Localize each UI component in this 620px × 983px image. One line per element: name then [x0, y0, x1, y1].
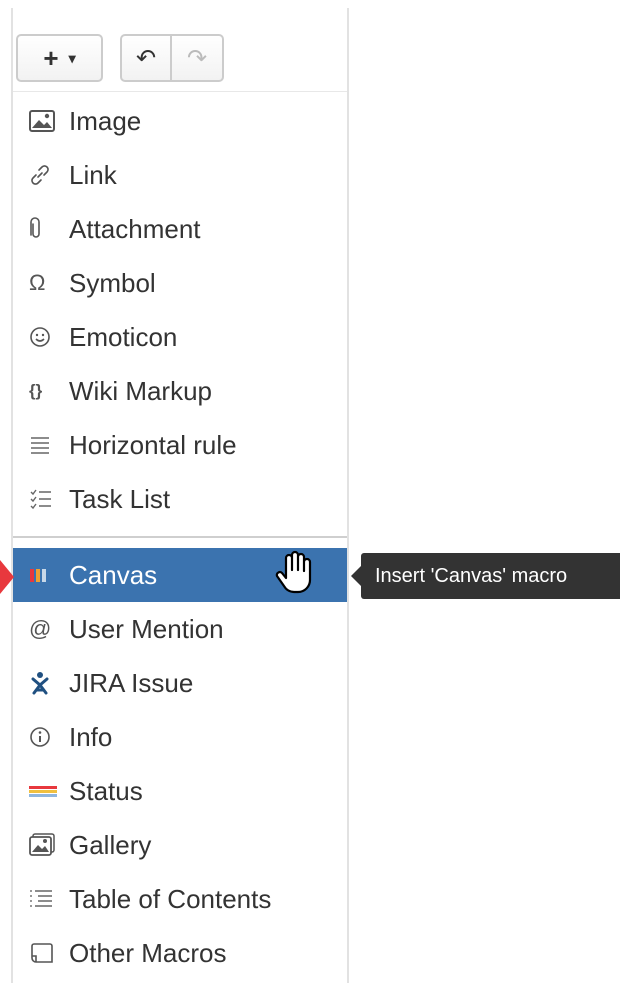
menu-item-label: Table of Contents	[69, 883, 272, 914]
menu-item-label: Info	[69, 721, 113, 752]
menu-item-task-list[interactable]: Task List	[13, 472, 347, 526]
at-icon: @	[29, 616, 52, 641]
menu-item-table-of-contents[interactable]: Table of Contents	[13, 872, 347, 926]
jira-icon	[29, 671, 69, 695]
menu-item-info[interactable]: Info	[13, 710, 347, 764]
menu-item-label: Status	[69, 775, 143, 806]
menu-item-label: Other Macros	[69, 937, 227, 968]
menu-item-other-macros[interactable]: Other Macros	[13, 926, 347, 980]
menu-item-jira-issue[interactable]: JIRA Issue	[13, 656, 347, 710]
menu-item-gallery[interactable]: Gallery	[13, 818, 347, 872]
menu-item-attachment[interactable]: Attachment	[13, 202, 347, 256]
menu-item-label: Image	[69, 105, 142, 136]
menu-item-label: Horizontal rule	[69, 429, 237, 460]
redo-button[interactable]: ↷	[172, 34, 224, 82]
tooltip-text: Insert 'Canvas' macro	[375, 564, 568, 587]
info-icon	[29, 726, 69, 748]
menu-item-user-mention[interactable]: @ User Mention	[13, 602, 347, 656]
hand-cursor-icon	[272, 548, 322, 603]
menu-item-label: JIRA Issue	[69, 667, 194, 698]
menu-item-link[interactable]: Link	[13, 148, 347, 202]
tooltip: Insert 'Canvas' macro	[351, 553, 620, 599]
menu-item-horizontal-rule[interactable]: Horizontal rule	[13, 418, 347, 472]
other-macros-icon	[29, 942, 69, 964]
redo-icon: ↷	[186, 44, 208, 72]
image-icon	[29, 110, 69, 132]
menu-item-label: User Mention	[69, 613, 224, 644]
canvas-icon	[29, 567, 69, 583]
menu-item-image[interactable]: Image	[13, 94, 347, 148]
horizontal-rule-icon	[29, 435, 69, 455]
menu-item-symbol[interactable]: Ω Symbol	[13, 256, 347, 310]
menu-item-label: Task List	[69, 483, 171, 514]
insert-menu: Image Link Attachment Ω Symbol Emoticon …	[13, 94, 347, 980]
menu-item-label: Gallery	[69, 829, 152, 860]
braces-icon: {}	[29, 381, 43, 400]
toolbar-divider	[13, 91, 347, 92]
menu-item-emoticon[interactable]: Emoticon	[13, 310, 347, 364]
menu-item-label: Wiki Markup	[69, 375, 213, 406]
menu-item-label: Canvas	[69, 559, 158, 590]
status-icon	[29, 784, 69, 798]
menu-item-status[interactable]: Status	[13, 764, 347, 818]
menu-item-wiki-markup[interactable]: {} Wiki Markup	[13, 364, 347, 418]
chevron-down-icon: ▾	[68, 49, 76, 66]
insert-more-button[interactable]: + ▾	[16, 34, 103, 82]
plus-icon: +	[43, 42, 59, 73]
menu-item-label: Link	[69, 159, 117, 190]
editor-toolbar: + ▾ ↶ ↷	[16, 33, 224, 83]
menu-item-label: Emoticon	[69, 321, 178, 352]
omega-icon: Ω	[29, 270, 46, 295]
menu-item-label: Attachment	[69, 213, 201, 244]
gallery-icon	[29, 833, 69, 857]
undo-button[interactable]: ↶	[120, 34, 172, 82]
toc-icon	[29, 888, 69, 910]
undo-icon: ↶	[135, 44, 157, 72]
link-icon	[29, 164, 69, 186]
paperclip-icon	[29, 217, 69, 241]
smiley-icon	[29, 326, 69, 348]
menu-item-label: Symbol	[69, 267, 156, 298]
pointer-arrow	[0, 560, 14, 594]
task-list-icon	[29, 488, 69, 510]
menu-divider	[13, 536, 347, 538]
undo-redo-group: ↶ ↷	[120, 34, 224, 82]
